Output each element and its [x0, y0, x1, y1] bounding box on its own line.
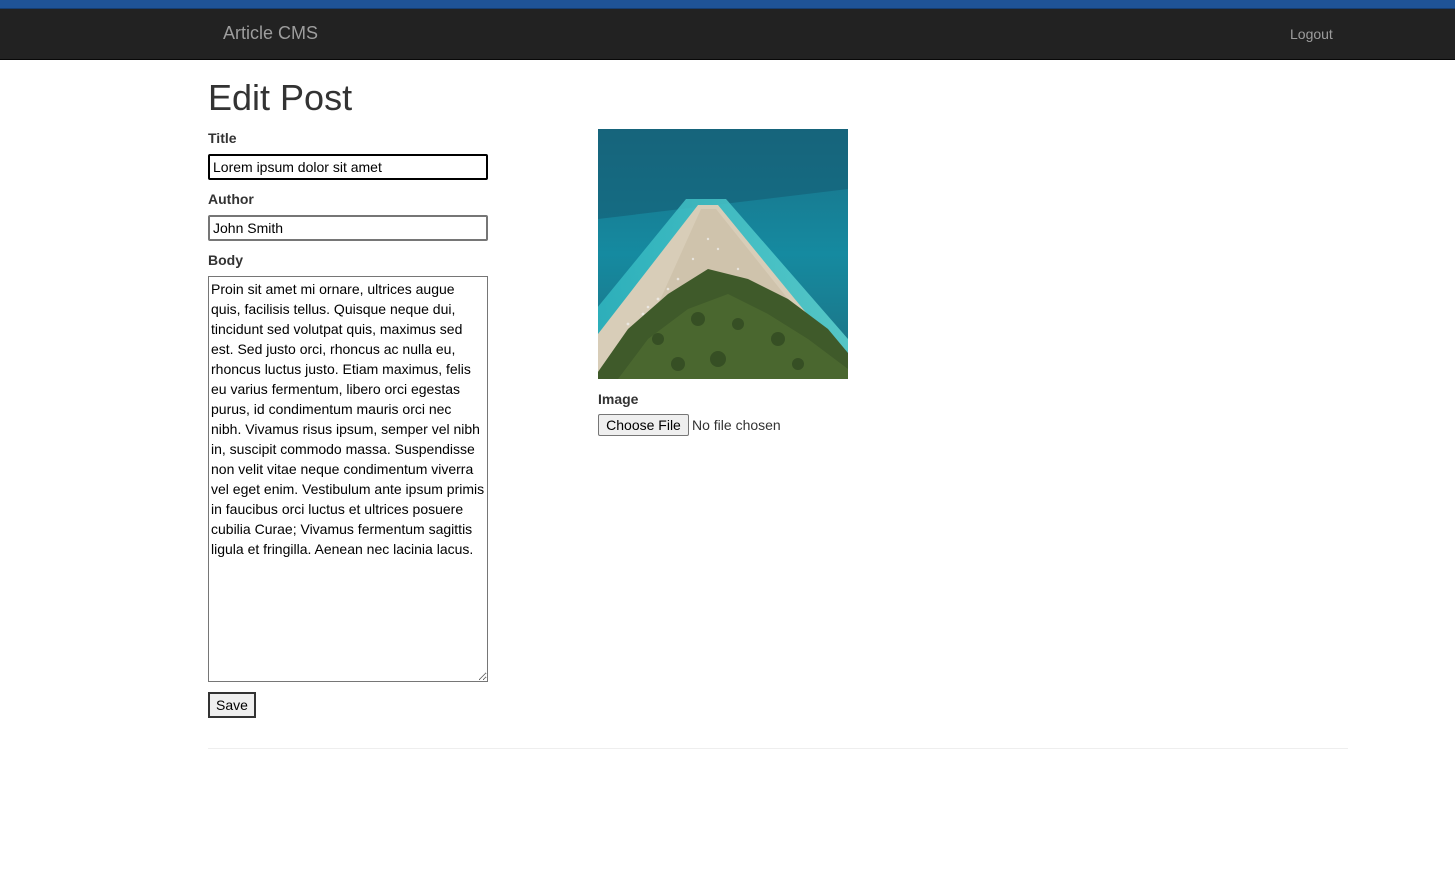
image-label: Image [598, 391, 639, 407]
divider [208, 748, 1348, 749]
title-label: Title [208, 130, 237, 146]
body-textarea[interactable]: Proin sit amet mi ornare, ultrices augue… [208, 276, 488, 682]
title-input[interactable] [208, 154, 488, 180]
top-accent-strip [0, 0, 1455, 9]
author-label: Author [208, 191, 254, 207]
page-title: Edit Post [208, 77, 353, 118]
navbar: Article CMS Logout [0, 9, 1455, 60]
logout-link[interactable]: Logout [1290, 26, 1333, 42]
choose-file-button[interactable]: Choose File [598, 414, 689, 436]
brand-link[interactable]: Article CMS [223, 23, 318, 44]
post-image-preview [598, 129, 848, 379]
save-button[interactable]: Save [208, 692, 256, 718]
author-input[interactable] [208, 215, 488, 241]
beach-aerial-image [598, 129, 848, 379]
body-label: Body [208, 252, 243, 268]
file-status-text: No file chosen [692, 417, 781, 433]
